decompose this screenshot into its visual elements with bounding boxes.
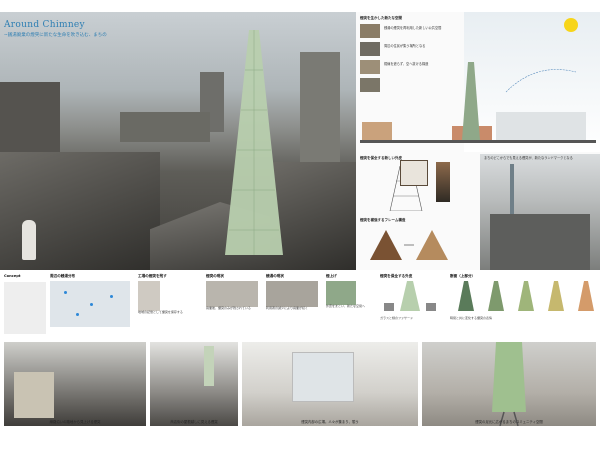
person-figure [22, 220, 36, 260]
section-sequence [458, 281, 594, 311]
photo-street: 商店街の屋根越しに見える煙突 [150, 342, 238, 426]
cell-bathhouse: 銭湯の現状 利用者の減少により廃業が続く [266, 274, 322, 311]
building-right [300, 52, 340, 162]
tower-in-street [204, 346, 214, 386]
cell-section: 断面（上部分） 時間と共に変化する煙突の表情 [450, 274, 596, 321]
diagram-photo-1 [360, 24, 380, 38]
protect-diagram [384, 281, 436, 311]
city-roofs [490, 214, 590, 270]
bottom-renderings: 線路沿いの路地から見上げる煙突 商店街の屋根越しに見える煙突 煙突内部の広場。人… [0, 338, 600, 438]
building-row [120, 112, 210, 142]
skin-photo [326, 281, 356, 305]
chimney-tower [225, 30, 283, 255]
chimney-status-photo [206, 281, 258, 307]
chimney-photo [138, 281, 160, 311]
bathhouse-photo [266, 281, 318, 307]
cell-map-title: 周辺の銭湯分布 [50, 274, 76, 278]
cell-protect-text: ガラスと緑のファサード [380, 316, 413, 320]
cell-skin-title: 煙上げ [326, 274, 337, 278]
city-view [480, 154, 600, 270]
hero-rendering: Around Chimney ~銭湯廃業の煙突に新たな生命を吹き込む、まちの [0, 12, 356, 270]
note-2: 周辺の住民が集う場所となる [384, 44, 426, 48]
section-a-label: 煙突を保全する新しい外皮 [360, 156, 402, 160]
cell-chimney: 工場の煙突を残す 地域の記憶として煙突を保存する [138, 274, 198, 315]
city-caption: まちのどこからでも見える煙突が、新たなランドマークとなる [484, 156, 573, 160]
caption-plaza: 煙突の足元に広がるまちのコミュニティ空間 [475, 420, 543, 424]
caption-interior: 煙突内部の広場。人々が集まり、憩う [301, 420, 359, 424]
cell-section-text: 時間と共に変化する煙突の表情 [450, 316, 493, 320]
cell-chimney-text: 地域の記憶として煙突を保存する [138, 310, 183, 314]
photo-railway: 線路沿いの路地から見上げる煙突 [4, 342, 146, 426]
right-header: 煙突を生かした新たな空間 [360, 16, 402, 20]
material-sample [436, 162, 450, 202]
map-image [50, 281, 130, 327]
title-block: Around Chimney ~銭湯廃業の煙突に新たな生命を吹き込む、まちの [4, 20, 107, 38]
interior-glass [292, 352, 354, 402]
cell-chimney-status-text: 廃業後、煙突のみが残されている [206, 306, 251, 310]
cell-map: 周辺の銭湯分布 [50, 274, 134, 327]
caption-railway: 線路沿いの路地から見上げる煙突 [49, 420, 101, 424]
cell-chimney-status-title: 煙突の現状 [206, 274, 224, 278]
photo-interior: 煙突内部の広場。人々が集まり、憩う [242, 342, 418, 426]
cell-chimney-title: 工場の煙突を残す [138, 274, 167, 278]
cell-protect: 煙突を保全する外皮 ガラスと緑のファサード [380, 274, 444, 321]
cell-chimney-status: 煙突の現状 廃業後、煙突のみが残されている [206, 274, 262, 311]
section-elevation [360, 62, 596, 143]
cell-skin: 煙上げ 外皮をまとい、新たな空間へ [326, 274, 374, 309]
section-b-label: 煙突を補強するフレーム構造 [360, 218, 406, 222]
train-shape [14, 372, 54, 418]
presentation-board: Around Chimney ~銭湯廃業の煙突に新たな生命を吹き込む、まちの 煙… [0, 12, 600, 438]
building-left [0, 82, 60, 152]
sun-icon [564, 18, 578, 32]
concept-strip: Concept 周辺の銭湯分布 工場の煙突を残す 地域の記憶として煙突を保存する… [0, 270, 600, 338]
window-frame-icon [400, 160, 428, 186]
caption-street: 商店街の屋根越しに見える煙突 [170, 420, 218, 424]
right-panel: 煙突を生かした新たな空間 銭湯の煙突を再利用した新しい公共空間 周辺の住民が集う… [356, 12, 600, 270]
page-title: Around Chimney [4, 20, 85, 30]
concept-label: Concept [4, 274, 21, 278]
page-subtitle: ~銭湯廃業の煙突に新たな生命を吹き込む、まちの [4, 33, 107, 38]
plaza-tower [492, 342, 526, 426]
frame-diagram [370, 230, 448, 260]
photo-plaza: 煙突の足元に広がるまちのコミュニティ空間 [422, 342, 596, 426]
concept-text [4, 282, 46, 334]
cell-bathhouse-title: 銭湯の現状 [266, 274, 284, 278]
note-1: 銭湯の煙突を再利用した新しい公共空間 [384, 26, 442, 30]
cell-bathhouse-text: 利用者の減少により廃業が続く [266, 306, 308, 310]
cell-skin-text: 外皮をまとい、新たな空間へ [326, 304, 366, 308]
